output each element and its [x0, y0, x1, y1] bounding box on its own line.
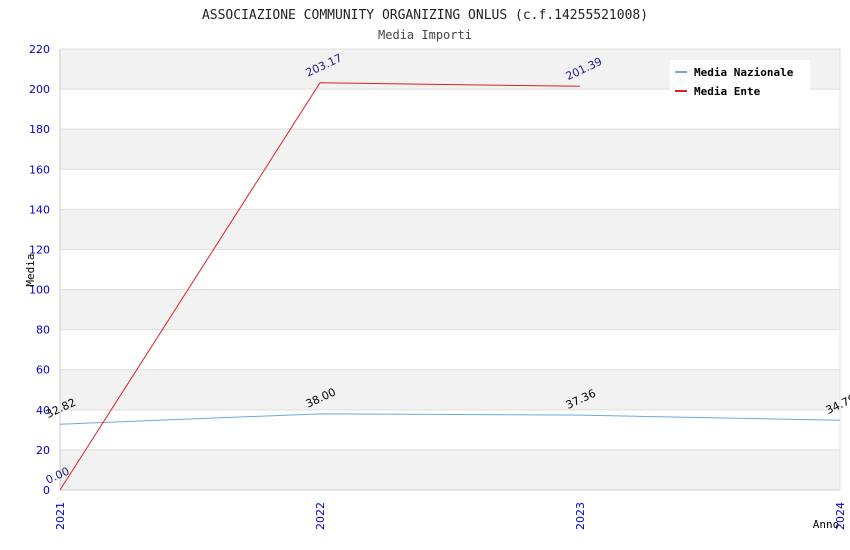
- grid-band: [60, 369, 840, 410]
- x-axis-label: Anno: [813, 518, 840, 531]
- chart: ASSOCIAZIONE COMMUNITY ORGANIZING ONLUS …: [0, 0, 850, 550]
- y-axis-label: Media: [24, 253, 37, 286]
- grid-band: [60, 129, 840, 170]
- y-tick-label: 160: [29, 163, 50, 176]
- x-tick-label: 2021: [54, 502, 67, 530]
- y-tick-label: 60: [36, 364, 50, 377]
- y-tick-label: 180: [29, 123, 50, 136]
- chart-title: ASSOCIAZIONE COMMUNITY ORGANIZING ONLUS …: [202, 8, 648, 23]
- y-tick-label: 220: [29, 43, 50, 56]
- y-tick-label: 200: [29, 83, 50, 96]
- chart-subtitle: Media Importi: [378, 28, 472, 42]
- series-line: [59, 413, 841, 425]
- legend-label: Media Ente: [694, 85, 761, 98]
- y-tick-label: 140: [29, 203, 50, 216]
- x-tick-label: 2022: [314, 502, 327, 530]
- legend: Media Nazionale Media Ente: [670, 60, 810, 102]
- y-tick-label: 20: [36, 444, 50, 457]
- grid-band: [60, 209, 840, 250]
- y-tick-label: 80: [36, 324, 50, 337]
- legend-label: Media Nazionale: [694, 66, 794, 79]
- x-tick-label: 2023: [574, 502, 587, 530]
- line-chart: ASSOCIAZIONE COMMUNITY ORGANIZING ONLUS …: [24, 8, 850, 531]
- grid-band: [60, 289, 840, 330]
- grid-band: [60, 449, 840, 490]
